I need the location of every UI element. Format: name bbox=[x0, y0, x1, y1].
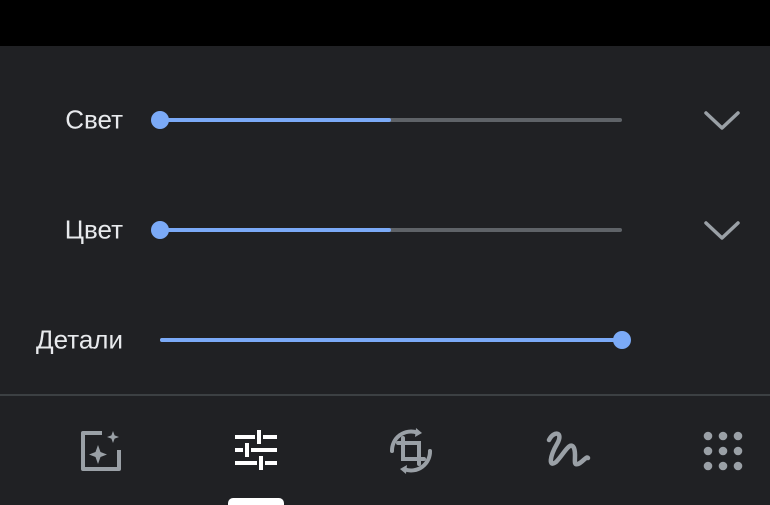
adjust-row-light: Свет bbox=[0, 100, 770, 140]
toolbar-more-tools-button[interactable] bbox=[698, 426, 748, 476]
chevron-down-icon bbox=[704, 221, 740, 240]
details-slider-thumb[interactable] bbox=[613, 331, 631, 349]
adjust-row-details: Детали bbox=[0, 320, 770, 360]
markup-icon bbox=[546, 431, 591, 467]
expand-light-button[interactable] bbox=[700, 105, 744, 135]
color-slider-thumb[interactable] bbox=[151, 221, 169, 239]
light-slider-thumb[interactable] bbox=[151, 111, 169, 129]
toolbar-markup-button[interactable] bbox=[542, 426, 592, 476]
toolbar-auto-enhance-button[interactable] bbox=[76, 426, 126, 476]
toolbar-divider bbox=[0, 394, 770, 396]
toolbar-crop-rotate-button[interactable] bbox=[386, 426, 436, 476]
expand-color-button[interactable] bbox=[700, 215, 744, 245]
more-tools-icon bbox=[703, 431, 743, 471]
color-slider[interactable] bbox=[151, 221, 622, 239]
color-label: Цвет bbox=[64, 214, 123, 245]
details-slider[interactable] bbox=[160, 331, 631, 349]
light-slider-fill bbox=[160, 118, 391, 122]
status-bar bbox=[0, 0, 770, 46]
chevron-down-icon bbox=[704, 111, 740, 130]
crop-rotate-icon bbox=[389, 428, 433, 474]
photo-editor-screen: Свет Цвет Детали bbox=[0, 0, 770, 505]
toolbar-adjust-button[interactable] bbox=[231, 426, 281, 476]
adjust-sliders-icon bbox=[235, 430, 277, 470]
light-label: Свет bbox=[65, 104, 123, 135]
details-slider-fill bbox=[160, 338, 622, 342]
details-label: Детали bbox=[36, 324, 123, 355]
selected-tab-indicator bbox=[228, 498, 284, 505]
auto-enhance-icon bbox=[81, 431, 121, 471]
adjust-row-color: Цвет bbox=[0, 210, 770, 250]
light-slider[interactable] bbox=[151, 111, 622, 129]
color-slider-fill bbox=[160, 228, 391, 232]
